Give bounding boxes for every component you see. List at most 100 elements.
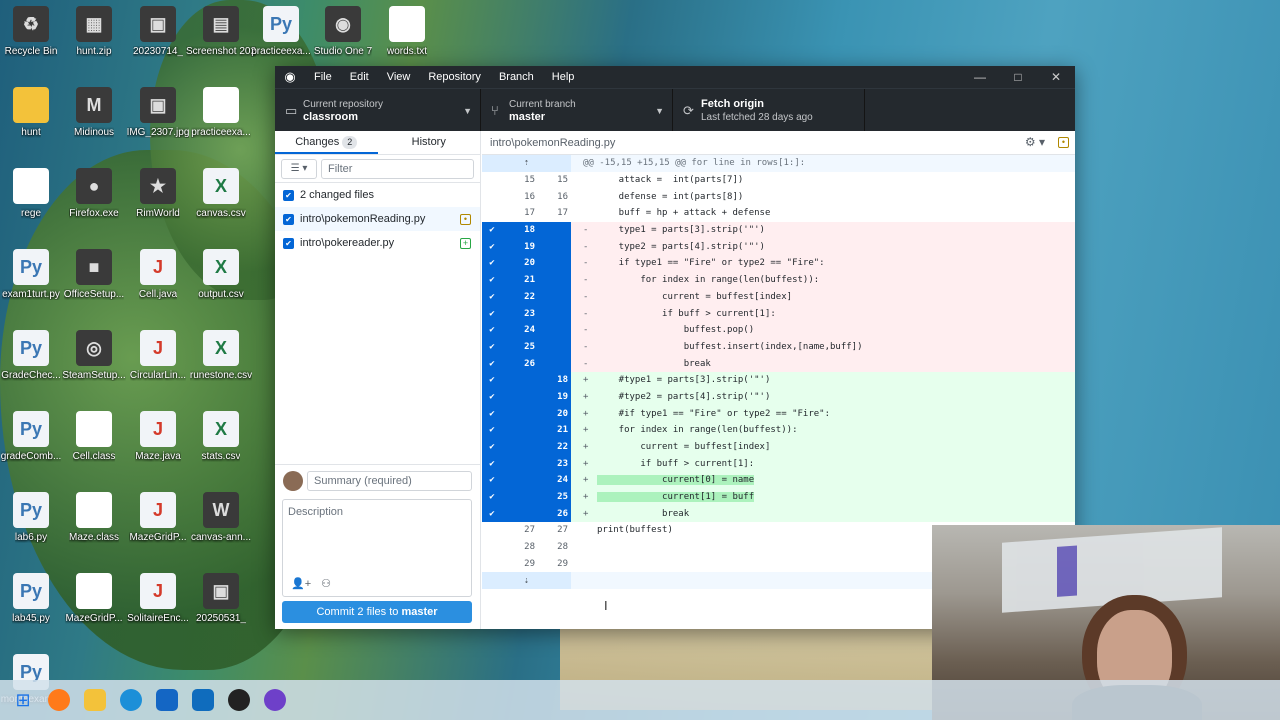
filter-input[interactable]: Filter bbox=[321, 158, 474, 179]
line-gutter[interactable]: ✔ 25 bbox=[482, 488, 571, 506]
current-repository-dropdown[interactable]: ▭ Current repository classroom ▼ bbox=[275, 89, 481, 132]
added-line[interactable]: ✔ 26 + break bbox=[482, 505, 1075, 523]
desktop-icon[interactable]: MazeGridP... bbox=[59, 567, 129, 637]
firefox-icon[interactable] bbox=[48, 689, 70, 711]
desktop-icon[interactable]: M Midinous bbox=[59, 81, 129, 151]
line-gutter[interactable]: ✔ 22 bbox=[482, 438, 571, 456]
edge-icon[interactable] bbox=[120, 689, 142, 711]
checkbox-icon[interactable]: ✔ bbox=[283, 213, 294, 225]
close-window-button[interactable]: ✕ bbox=[1037, 70, 1075, 84]
line-gutter[interactable]: ✔ 24 bbox=[482, 472, 571, 489]
desktop-icon[interactable]: ◉ Studio One 7 bbox=[308, 0, 378, 70]
line-gutter[interactable]: ✔ 23 bbox=[482, 305, 571, 322]
desktop-icon[interactable]: Xoutput.csv bbox=[186, 243, 256, 313]
start-icon[interactable]: ⊞ bbox=[12, 689, 34, 711]
add-coauthor-icon[interactable]: 👤+ bbox=[291, 577, 311, 590]
deleted-line[interactable]: ✔ 25 - buffest.insert(index,[name,buff]) bbox=[482, 338, 1075, 356]
line-gutter[interactable]: ✔ 20 bbox=[482, 405, 571, 422]
current-branch-dropdown[interactable]: ⑂ Current branch master ▼ bbox=[481, 89, 673, 132]
desktop-icon[interactable]: Xstats.csv bbox=[186, 405, 256, 475]
desktop-icon[interactable]: J Maze.java bbox=[123, 405, 193, 475]
menu-edit[interactable]: Edit bbox=[341, 66, 378, 88]
deleted-line[interactable]: ✔ 20 - if type1 == "Fire" or type2 == "Fir… bbox=[482, 255, 1075, 272]
checkbox-icon[interactable]: ✔ bbox=[283, 189, 294, 201]
desktop-icon[interactable]: Py lab45.py bbox=[0, 567, 66, 637]
desktop-icon[interactable]: ◎ SteamSetup... bbox=[59, 324, 129, 394]
deleted-line[interactable]: ✔ 21 - for index in range(len(buffest)): bbox=[482, 271, 1075, 289]
desktop-icon[interactable]: ▦ hunt.zip bbox=[59, 0, 129, 70]
deleted-line[interactable]: ✔ 26 - break bbox=[482, 355, 1075, 372]
line-gutter[interactable]: ✔ 21 bbox=[482, 271, 571, 289]
added-line[interactable]: ✔ 24 + current[0] = name bbox=[482, 472, 1075, 489]
line-gutter[interactable]: ✔ 26 bbox=[482, 505, 571, 523]
desktop-icon[interactable]: ★ RimWorld bbox=[123, 162, 193, 232]
outlook-icon[interactable] bbox=[192, 689, 214, 711]
desktop-icon[interactable]: Maze.class bbox=[59, 486, 129, 556]
store-icon[interactable] bbox=[156, 689, 178, 711]
line-gutter[interactable]: ✔ 22 bbox=[482, 288, 571, 306]
line-gutter[interactable]: ✔ 23 bbox=[482, 455, 571, 473]
desktop-icon[interactable]: Py lab6.py bbox=[0, 486, 66, 556]
desktop-icon[interactable]: J Cell.java bbox=[123, 243, 193, 313]
line-gutter[interactable]: ✔ 19 bbox=[482, 238, 571, 256]
added-line[interactable]: ✔ 25 + current[1] = buff bbox=[482, 488, 1075, 506]
desktop-icon[interactable]: Py gradeComb... bbox=[0, 405, 66, 475]
github-desktop-taskbar-icon[interactable] bbox=[264, 689, 286, 711]
line-gutter[interactable]: ✔ 18 bbox=[482, 371, 571, 389]
desktop-icon[interactable]: ● Firefox.exe bbox=[59, 162, 129, 232]
deleted-line[interactable]: ✔ 24 - buffest.pop() bbox=[482, 321, 1075, 339]
file-list-item[interactable]: ✔ intro\pokemonReading.py • bbox=[275, 207, 480, 231]
expand-down-button[interactable]: ⇣ bbox=[482, 572, 571, 589]
desktop-icon[interactable]: J MazeGridP... bbox=[123, 486, 193, 556]
maximize-button[interactable]: □ bbox=[999, 70, 1037, 84]
desktop-icon[interactable]: Xcanvas.csv bbox=[186, 162, 256, 232]
desktop-icon[interactable]: ♻ Recycle Bin bbox=[0, 0, 66, 70]
desktop-icon[interactable]: J CircularLin... bbox=[123, 324, 193, 394]
deleted-line[interactable]: ✔ 18 - type1 = parts[3].strip('"') bbox=[482, 221, 1075, 239]
obs-icon[interactable] bbox=[228, 689, 250, 711]
checkbox-icon[interactable]: ✔ bbox=[283, 237, 294, 249]
description-textarea[interactable]: Description 👤+ ⚇ bbox=[282, 499, 472, 597]
summary-input[interactable]: Summary (required) bbox=[307, 471, 472, 491]
line-gutter[interactable]: ✔ 19 bbox=[482, 388, 571, 406]
file-list-item[interactable]: ✔ intro\pokereader.py + bbox=[275, 231, 480, 255]
desktop-icon[interactable]: ▣ 20230714_ bbox=[123, 0, 193, 70]
deleted-line[interactable]: ✔ 22 - current = buffest[index] bbox=[482, 288, 1075, 306]
tab-changes[interactable]: Changes 2 bbox=[275, 131, 378, 154]
desktop-icon[interactable]: hunt bbox=[0, 81, 66, 151]
line-gutter[interactable]: ✔ 26 bbox=[482, 355, 571, 372]
select-all-files-row[interactable]: ✔ 2 changed files bbox=[275, 183, 480, 207]
desktop-icon[interactable]: ■ OfficeSetup... bbox=[59, 243, 129, 313]
desktop-icon[interactable]: Xrunestone.csv bbox=[186, 324, 256, 394]
deleted-line[interactable]: ✔ 19 - type2 = parts[4].strip('"') bbox=[482, 238, 1075, 256]
added-line[interactable]: ✔ 20 + #if type1 == "Fire" or type2 == "Fi… bbox=[482, 405, 1075, 422]
desktop-icon[interactable]: Py exam1turt.py bbox=[0, 243, 66, 313]
desktop-icon[interactable]: rege bbox=[0, 162, 66, 232]
tab-history[interactable]: History bbox=[378, 131, 481, 154]
added-line[interactable]: ✔ 21 + for index in range(len(buffest)): bbox=[482, 422, 1075, 439]
desktop-icon[interactable]: Py practiceexa... bbox=[246, 0, 316, 70]
desktop-icon[interactable]: ▣ 20250531_ bbox=[186, 567, 256, 637]
menu-file[interactable]: File bbox=[305, 66, 341, 88]
added-line[interactable]: ✔ 23 + if buff > current[1]: bbox=[482, 455, 1075, 473]
copilot-icon[interactable]: ⚇ bbox=[321, 577, 331, 590]
gear-icon[interactable]: ⚙ ▾ bbox=[1025, 135, 1045, 149]
fetch-origin-button[interactable]: ⟳ Fetch origin Last fetched 28 days ago bbox=[673, 89, 865, 132]
line-gutter[interactable]: ✔ 18 bbox=[482, 221, 571, 239]
added-line[interactable]: ✔ 22 + current = buffest[index] bbox=[482, 438, 1075, 456]
line-gutter[interactable]: ✔ 20 bbox=[482, 255, 571, 272]
expand-up-button[interactable]: ⇡ bbox=[482, 155, 571, 172]
menu-branch[interactable]: Branch bbox=[490, 66, 543, 88]
desktop-icon[interactable]: ▣ IMG_2307.jpg bbox=[123, 81, 193, 151]
filter-options-button[interactable]: ☰ ▾ bbox=[281, 158, 317, 179]
added-line[interactable]: ✔ 18 + #type1 = parts[3].strip('"') bbox=[482, 371, 1075, 389]
desktop-icon[interactable]: Wcanvas-ann... bbox=[186, 486, 256, 556]
desktop-icon[interactable]: words.txt bbox=[372, 0, 442, 70]
commit-button[interactable]: Commit 2 files to master bbox=[282, 601, 472, 623]
menu-view[interactable]: View bbox=[378, 66, 420, 88]
line-gutter[interactable]: ✔ 24 bbox=[482, 321, 571, 339]
desktop-icon[interactable]: Cell.class bbox=[59, 405, 129, 475]
deleted-line[interactable]: ✔ 23 - if buff > current[1]: bbox=[482, 305, 1075, 322]
desktop-icon[interactable]: practiceexa... bbox=[186, 81, 256, 151]
line-gutter[interactable]: ✔ 21 bbox=[482, 422, 571, 439]
